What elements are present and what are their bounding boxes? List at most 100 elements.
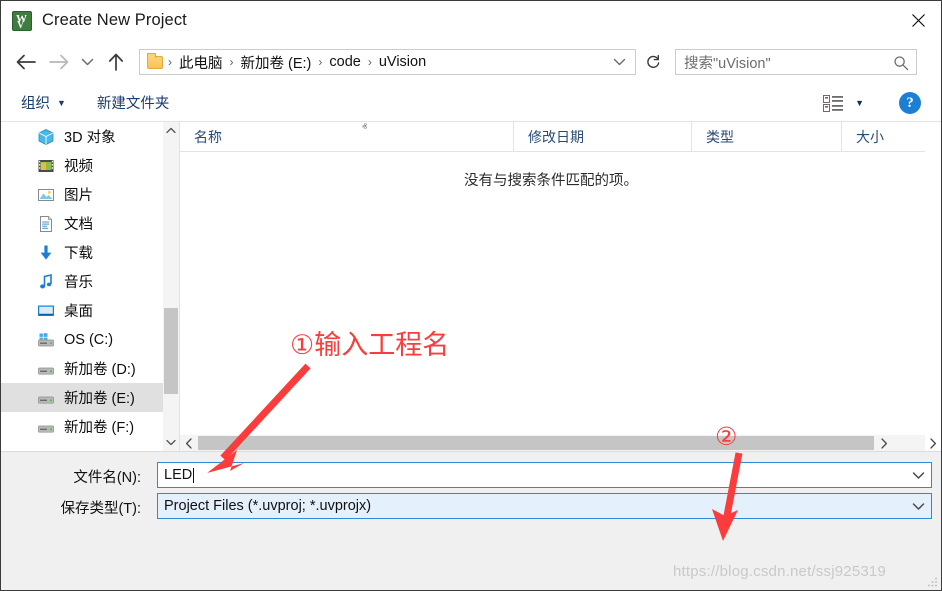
column-header-row: 名称 ⱏ 修改日期 类型 大小 [180, 122, 941, 152]
filename-input[interactable]: LED [157, 462, 932, 488]
breadcrumb-item-2[interactable]: code [327, 54, 362, 70]
forward-button[interactable] [44, 47, 74, 77]
filetype-dropdown-button[interactable] [905, 494, 931, 518]
chevron-right-icon [880, 437, 887, 449]
new-folder-label: 新建文件夹 [96, 96, 170, 112]
sidebar-item-label: 桌面 [64, 304, 93, 320]
sidebar-item-os-c[interactable]: OS (C:) [1, 325, 179, 354]
sidebar-item-label: 新加卷 (E:) [64, 391, 135, 407]
sidebar-item-videos[interactable]: 视频 [1, 151, 179, 180]
column-header-type[interactable]: 类型 [691, 122, 841, 151]
column-header-name[interactable]: 名称 ⱏ [180, 122, 513, 151]
sidebar-item-label: 下载 [64, 246, 93, 262]
window-title: Create New Project [42, 11, 187, 29]
breadcrumb-separator: › [318, 55, 323, 69]
sidebar-scrollbar[interactable] [163, 122, 179, 451]
breadcrumb-item-0[interactable]: 此电脑 [177, 52, 225, 73]
scroll-up-button[interactable] [163, 122, 179, 139]
new-folder-button[interactable]: 新建文件夹 [89, 90, 178, 116]
sidebar-item-documents[interactable]: 文档 [1, 209, 179, 238]
text-cursor [193, 467, 195, 483]
sidebar-item-label: 文档 [64, 217, 93, 233]
sidebar-item-drive-d[interactable]: 新加卷 (D:) [1, 354, 179, 383]
back-arrow-icon [16, 54, 36, 70]
folder-icon [147, 52, 163, 69]
file-list-horizontal-scrollbar[interactable] [180, 435, 926, 451]
chevron-down-icon [166, 439, 176, 446]
close-button[interactable] [895, 1, 941, 39]
sidebar-item-pictures[interactable]: 图片 [1, 180, 179, 209]
pictures-icon [37, 186, 55, 204]
create-new-project-dialog: WV Create New Project › 此电脑 › 新加卷 (E:) ›… [0, 0, 942, 591]
help-button[interactable]: ? [899, 92, 921, 114]
search-box[interactable]: 搜索"uVision" [675, 49, 917, 75]
empty-list-message: 没有与搜索条件匹配的项。 [464, 173, 638, 189]
column-header-date-modified[interactable]: 修改日期 [513, 122, 691, 151]
scroll-down-button[interactable] [163, 434, 179, 451]
sidebar-item-desktop[interactable]: 桌面 [1, 296, 179, 325]
documents-icon [37, 215, 55, 233]
breadcrumb-separator: › [229, 55, 234, 69]
hscroll-left-button[interactable] [180, 435, 197, 451]
sidebar-item-label: 3D 对象 [64, 130, 116, 146]
breadcrumb-item-3[interactable]: uVision [377, 54, 428, 70]
address-bar[interactable]: › 此电脑 › 新加卷 (E:) › code › uVision [139, 49, 636, 75]
sidebar-item-drive-f[interactable]: 新加卷 (F:) [1, 412, 179, 441]
sidebar-item-music[interactable]: 音乐 [1, 267, 179, 296]
search-input[interactable]: 搜索"uVision" [684, 52, 771, 73]
filename-dropdown-button[interactable] [905, 463, 931, 487]
filetype-combobox[interactable]: Project Files (*.uvproj; *.uvprojx) [157, 493, 932, 519]
chevron-left-icon [185, 437, 192, 449]
dialog-body: 3D 对象 视频 图片 文档 下载 音乐 桌面 OS (C:) 新加卷 (D:)… [1, 122, 941, 451]
sidebar-item-label: 新加卷 (D:) [64, 362, 136, 378]
refresh-button[interactable] [642, 49, 664, 75]
chevron-up-icon [166, 127, 176, 134]
file-list-right-gutter [925, 122, 941, 451]
column-label: 大小 [856, 128, 884, 145]
breadcrumb-separator: › [168, 55, 172, 69]
sidebar-item-drive-e[interactable]: 新加卷 (E:) [1, 383, 179, 412]
navigation-pane: 3D 对象 视频 图片 文档 下载 音乐 桌面 OS (C:) 新加卷 (D:)… [1, 122, 179, 451]
close-icon [911, 13, 925, 27]
organize-label: 组织 [21, 96, 50, 112]
filetype-value: Project Files (*.uvproj; *.uvprojx) [164, 498, 372, 514]
column-label: 修改日期 [528, 128, 584, 145]
breadcrumb-separator: › [367, 55, 372, 69]
refresh-icon [647, 54, 660, 68]
uvision-app-icon: WV [12, 10, 32, 31]
chevron-down-icon: ▼ [57, 97, 66, 108]
sidebar-item-3d-objects[interactable]: 3D 对象 [1, 122, 179, 151]
filetype-label: 保存类型(T): [60, 501, 141, 517]
view-layout-icon [823, 94, 844, 112]
resize-grip-icon[interactable] [926, 576, 938, 588]
recent-locations-button[interactable] [76, 47, 98, 77]
back-button[interactable] [11, 47, 41, 77]
chevron-right-icon [930, 437, 937, 449]
chevron-down-icon [912, 502, 924, 510]
desktop-icon [37, 302, 55, 320]
music-icon [37, 273, 55, 291]
drive-icon [37, 389, 55, 407]
hscroll-thumb[interactable] [198, 436, 874, 450]
filename-value: LED [164, 467, 193, 483]
videos-icon [37, 157, 55, 175]
address-dropdown-button[interactable] [608, 50, 631, 74]
sidebar-scroll-thumb[interactable] [164, 308, 178, 394]
chevron-down-icon [81, 58, 93, 66]
sidebar-item-label: OS (C:) [64, 331, 114, 348]
organize-button[interactable]: 组织 ▼ [13, 90, 74, 116]
drive-icon [37, 418, 55, 436]
sidebar-item-label: 视频 [64, 159, 93, 175]
drive-icon [37, 360, 55, 378]
view-layout-button[interactable]: ▼ [817, 90, 870, 116]
search-icon[interactable] [893, 55, 909, 71]
up-button[interactable] [101, 47, 131, 77]
sort-ascending-icon: ⱏ [362, 122, 367, 133]
hscroll-right-button[interactable] [875, 435, 892, 451]
navigation-bar: › 此电脑 › 新加卷 (E:) › code › uVision 搜索"uVi… [1, 40, 941, 84]
column-label: 名称 [194, 128, 222, 145]
breadcrumb-item-1[interactable]: 新加卷 (E:) [239, 52, 314, 73]
command-bar-right-group: ▼ ? [817, 84, 941, 122]
sidebar-item-downloads[interactable]: 下载 [1, 238, 179, 267]
hscroll-far-right-button[interactable] [925, 435, 941, 451]
